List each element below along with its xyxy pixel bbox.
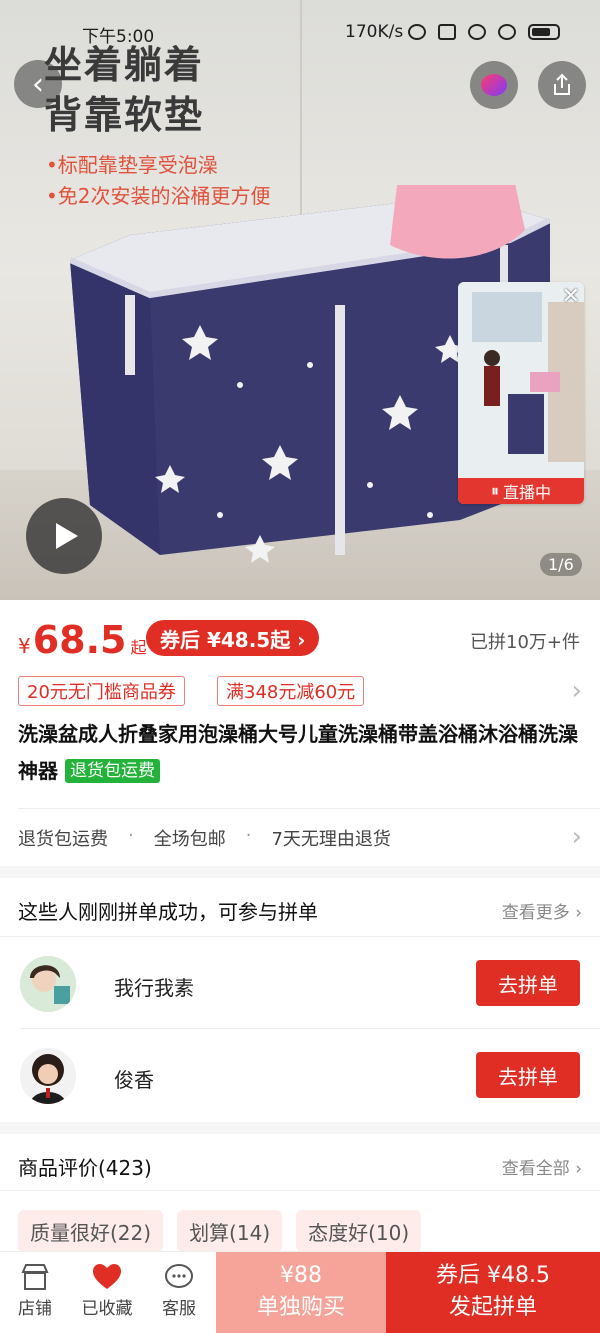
shop-button[interactable]: 店铺: [0, 1260, 70, 1319]
live-stream-preview[interactable]: ✕ ⏸ 直播中: [458, 282, 584, 504]
review-chip-quality[interactable]: 质量很好(22): [18, 1210, 164, 1252]
group-member-row: 我行我素 去拼单: [0, 938, 600, 1030]
coupon-chevron-right-icon[interactable]: ›: [572, 676, 582, 706]
service-item-3: 7天无理由退货: [271, 829, 391, 850]
coupon-tag-1[interactable]: 20元无门槛商品券: [18, 676, 185, 706]
customer-service-label: 客服: [162, 1299, 196, 1319]
share-button[interactable]: [538, 61, 586, 109]
reviews-title[interactable]: 商品评价(423): [18, 1152, 152, 1181]
group-label: 发起拼单: [448, 1295, 537, 1320]
view-all-reviews-link[interactable]: 查看全部 ›: [502, 1154, 582, 1179]
shop-label: 店铺: [18, 1299, 52, 1319]
divider: [0, 936, 600, 937]
solo-price: ¥88: [280, 1263, 322, 1288]
customer-service-button[interactable]: 客服: [144, 1260, 214, 1319]
bullet-1: •标配靠垫享受泡澡: [46, 153, 218, 177]
start-group-buy-button[interactable]: 券后 ¥48.5 发起拼单: [386, 1252, 600, 1333]
headline-line-1: 坐着躺着: [44, 43, 205, 87]
group-price: 券后 ¥48.5: [436, 1263, 550, 1288]
currency-symbol: ¥: [18, 634, 31, 658]
review-chip-attitude[interactable]: 态度好(10): [296, 1210, 422, 1252]
join-group-button[interactable]: 去拼单: [476, 1052, 580, 1098]
join-group-button[interactable]: 去拼单: [476, 960, 580, 1006]
favorite-label: 已收藏: [81, 1299, 133, 1319]
coupon-tag-2[interactable]: 满348元减60元: [217, 676, 365, 706]
sold-count: 已拼10万+件: [470, 632, 580, 653]
service-separator: ·: [245, 825, 252, 846]
member-name: 俊香: [114, 1068, 154, 1092]
wifi-icon: [468, 24, 486, 40]
back-button[interactable]: ‹: [14, 60, 62, 108]
price-row: ¥ 68.5 起: [18, 618, 147, 662]
image-counter: 1/6: [540, 553, 582, 576]
live-icon: ⏸: [490, 481, 499, 500]
chevron-left-icon: ‹: [32, 66, 44, 102]
product-image-carousel[interactable]: 下午5:00 170K/s 坐着躺着 背靠软垫 •标配靠垫享受泡澡 •免2次安装…: [0, 0, 600, 600]
alarm-icon: [408, 24, 426, 40]
review-chip-value[interactable]: 划算(14): [177, 1210, 283, 1252]
play-video-button[interactable]: [26, 498, 102, 574]
close-live-preview-icon[interactable]: ✕: [562, 284, 580, 309]
divider: [18, 808, 600, 809]
hero-headline: 坐着躺着 背靠软垫: [44, 40, 204, 140]
live-preview-image: [458, 282, 584, 478]
return-shipping-badge: 退货包运费: [64, 759, 160, 783]
group-buy-title: 这些人刚刚拼单成功，可参与拼单: [18, 900, 318, 924]
live-label: 直播中: [503, 483, 552, 502]
store-icon: [0, 1260, 70, 1294]
status-icons: [408, 24, 560, 40]
service-chevron-right-icon[interactable]: ›: [572, 822, 582, 852]
wifi2-icon: [498, 24, 516, 40]
app-logo-icon: [481, 74, 507, 96]
group-member-row: 俊香 去拼单: [0, 1030, 600, 1122]
divider: [20, 1028, 600, 1029]
battery-icon: [528, 24, 560, 40]
service-separator: ·: [128, 825, 134, 846]
heart-icon: [72, 1260, 142, 1294]
chat-icon: [144, 1260, 214, 1294]
service-row[interactable]: 退货包运费 · 全场包邮 · 7天无理由退货: [18, 825, 391, 851]
headline-line-2: 背靠软垫: [44, 93, 205, 137]
view-more-link[interactable]: 查看更多 ›: [502, 898, 582, 923]
product-title: 洗澡盆成人折叠家用泡澡桶大号儿童洗澡桶带盖浴桶沐浴桶洗澡神器 退货包运费: [18, 716, 578, 790]
avatar: [20, 956, 76, 1012]
group-buy-panel: 这些人刚刚拼单成功，可参与拼单 查看更多 › 我行我素 去拼单 俊香 去拼单: [0, 878, 600, 1122]
brand-logo-button[interactable]: [470, 61, 518, 109]
service-item-2: 全场包邮: [153, 829, 226, 850]
divider: [0, 1190, 600, 1191]
review-tag-chips: 质量很好(22) 划算(14) 态度好(10): [18, 1210, 422, 1252]
member-name: 我行我素: [114, 976, 194, 1000]
service-item-1: 退货包运费: [18, 829, 108, 850]
price-suffix: 起: [130, 638, 147, 657]
price-amount: 68.5: [32, 618, 127, 662]
buy-alone-button[interactable]: ¥88 单独购买: [216, 1252, 386, 1333]
avatar: [20, 1048, 76, 1104]
solo-label: 单独购买: [256, 1295, 345, 1320]
network-speed: 170K/s: [345, 22, 404, 42]
favorite-button[interactable]: 已收藏: [72, 1260, 142, 1319]
price-panel: ¥ 68.5 起 券后 ¥48.5起 › 已拼10万+件 20元无门槛商品券 满…: [0, 600, 600, 866]
signal-icon: [438, 24, 456, 40]
after-coupon-price-button[interactable]: 券后 ¥48.5起 ›: [146, 620, 320, 656]
share-icon: [554, 73, 570, 95]
live-badge: ⏸ 直播中: [458, 478, 584, 504]
bottom-action-bar: 店铺 已收藏 客服 ¥88 单独购买 券后 ¥48.5 发起拼单: [0, 1251, 600, 1333]
